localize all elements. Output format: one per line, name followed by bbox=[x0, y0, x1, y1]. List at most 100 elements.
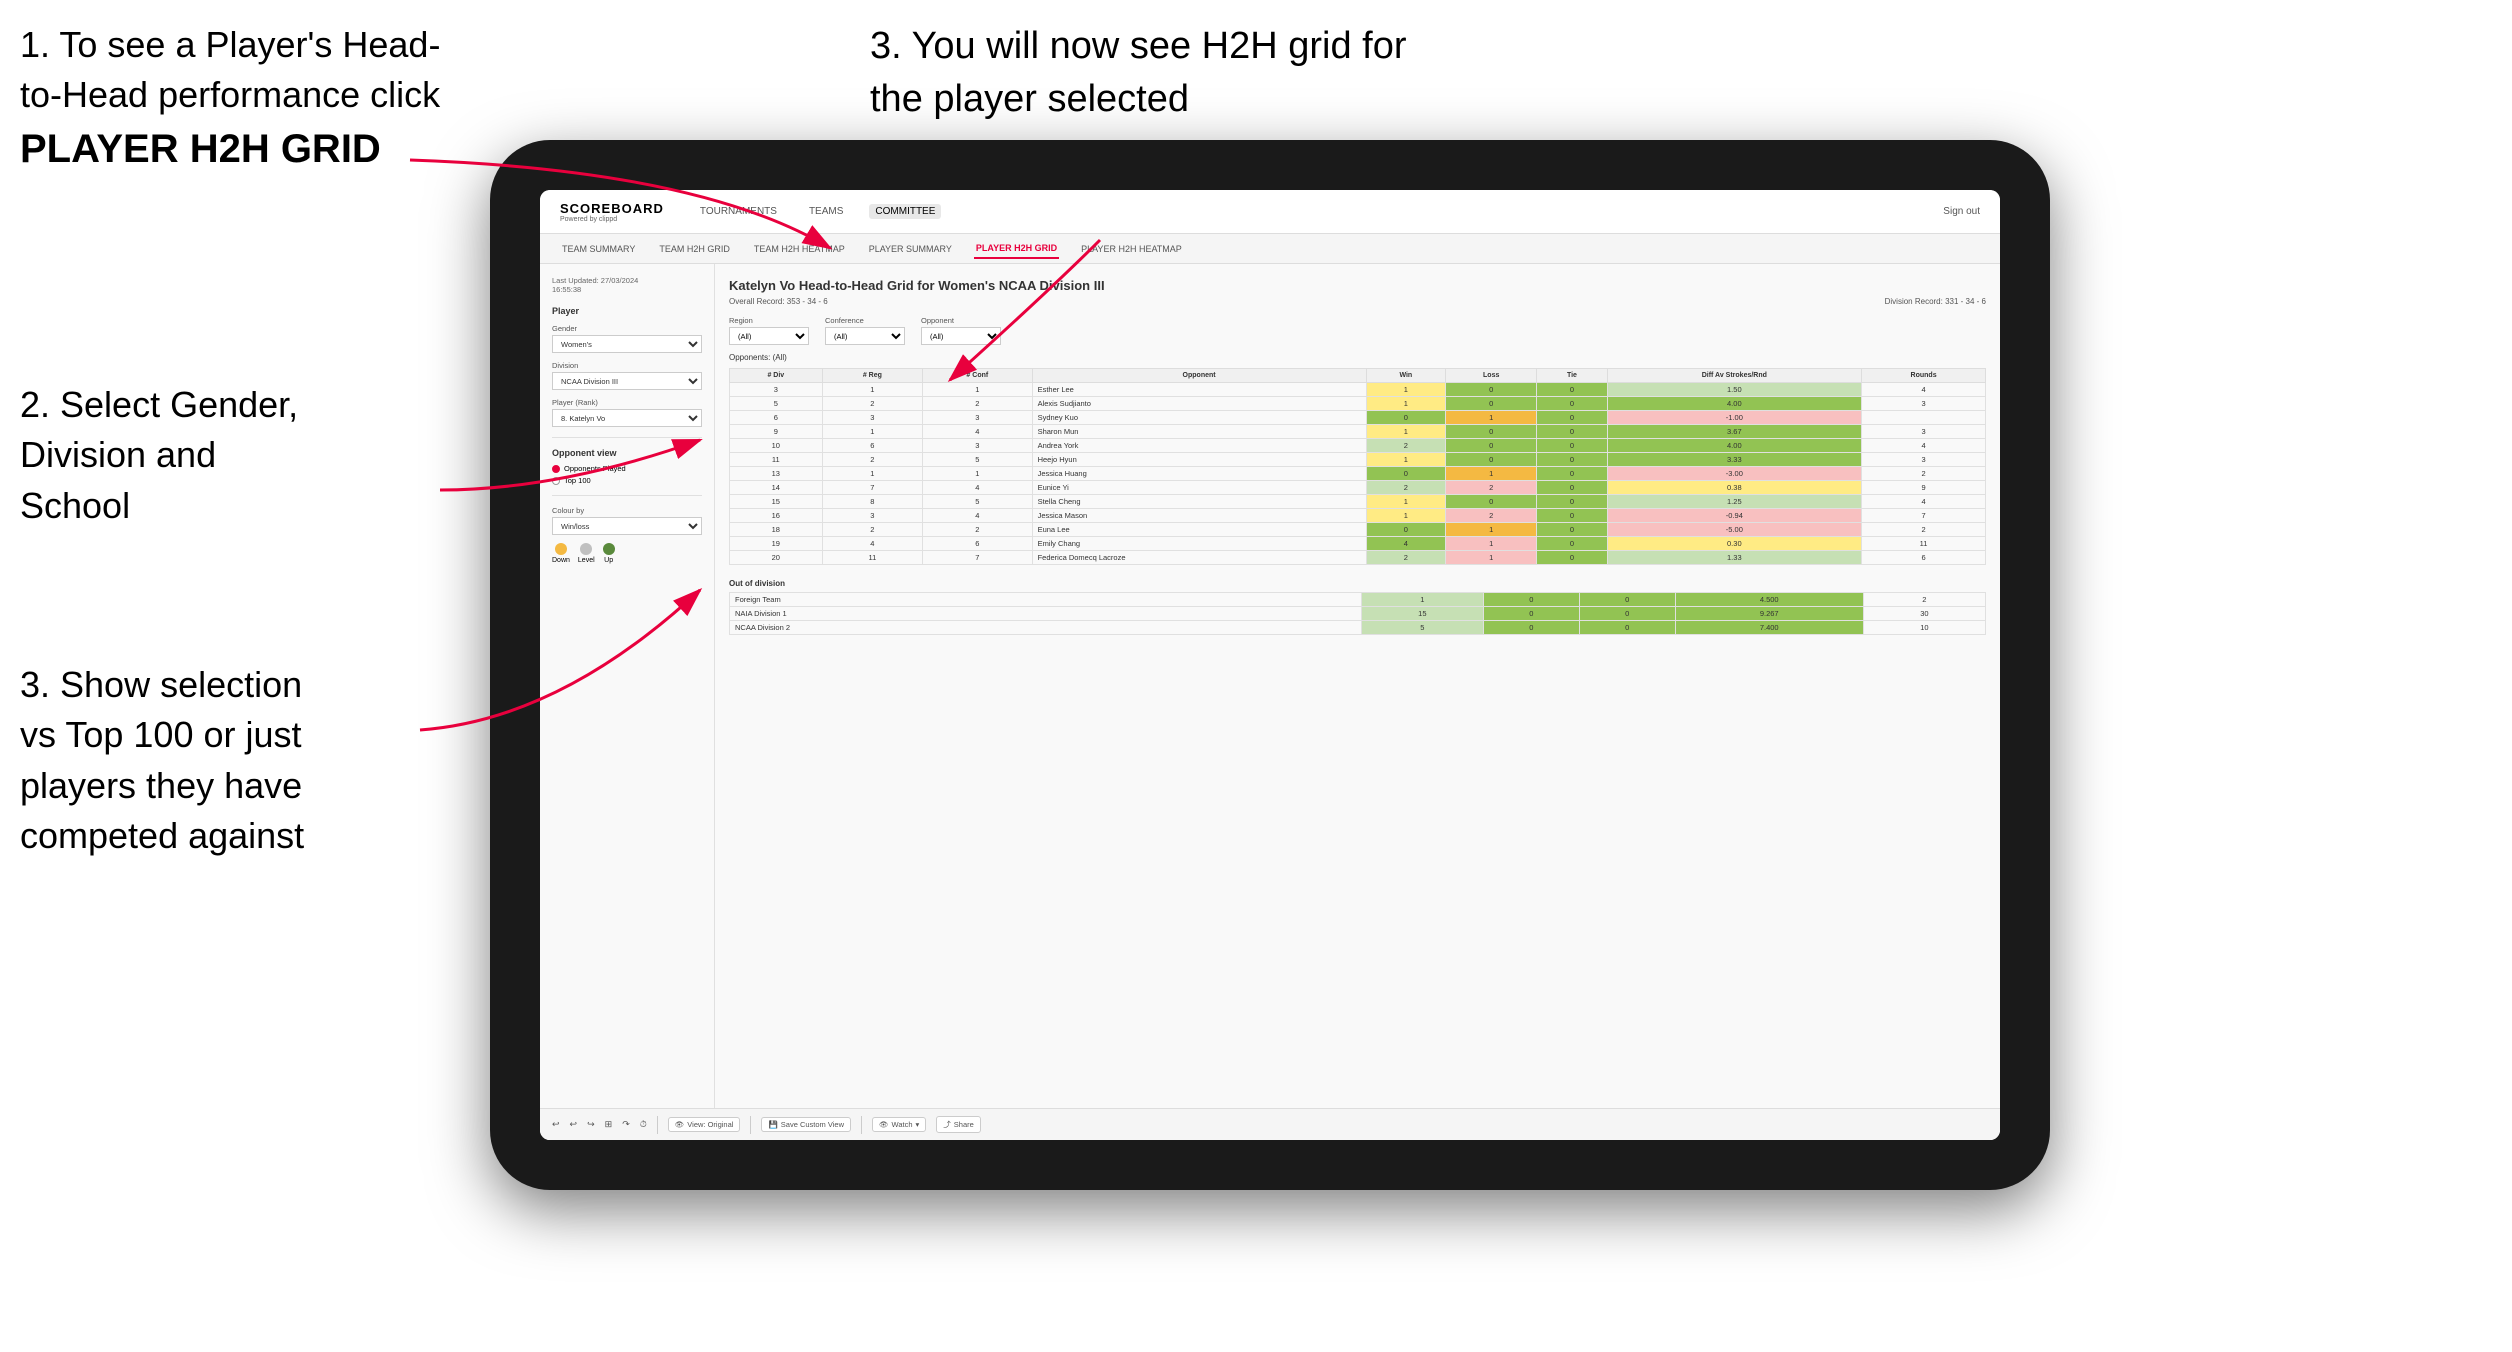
player-rank-select[interactable]: 8. Katelyn Vo bbox=[552, 409, 702, 427]
cell-loss: 0 bbox=[1446, 439, 1537, 453]
radio-opponents-played[interactable]: Opponents Played bbox=[552, 464, 702, 473]
content-area: Katelyn Vo Head-to-Head Grid for Women's… bbox=[715, 264, 2000, 1140]
clock-icon[interactable]: ⏱ bbox=[640, 1119, 647, 1130]
region-filter-select[interactable]: (All) bbox=[729, 327, 809, 345]
tablet-screen: SCOREBOARD Powered by clippd TOURNAMENTS… bbox=[540, 190, 2000, 1140]
legend-label-down: Down bbox=[552, 557, 570, 564]
nav-bar: SCOREBOARD Powered by clippd TOURNAMENTS… bbox=[540, 190, 2000, 234]
step1-line1: 1. To see a Player's Head- bbox=[20, 24, 440, 65]
view-original-label: View: Original bbox=[687, 1120, 733, 1129]
cell-loss: 0 bbox=[1446, 397, 1537, 411]
nav-tournaments[interactable]: TOURNAMENTS bbox=[694, 204, 783, 219]
ood-cell-loss: 0 bbox=[1483, 621, 1579, 635]
sub-nav-player-h2h-heatmap[interactable]: PLAYER H2H HEATMAP bbox=[1079, 240, 1184, 258]
table-row: 15 8 5 Stella Cheng 1 0 0 1.25 4 bbox=[730, 495, 1986, 509]
cell-div: 3 bbox=[730, 383, 823, 397]
table-row: 14 7 4 Eunice Yi 2 2 0 0.38 9 bbox=[730, 481, 1986, 495]
opponent-filter-select[interactable]: (All) bbox=[921, 327, 1001, 345]
cell-reg: 1 bbox=[822, 467, 922, 481]
sub-nav-team-h2h-heatmap[interactable]: TEAM H2H HEATMAP bbox=[752, 240, 847, 258]
cell-conf: 1 bbox=[923, 467, 1033, 481]
ood-table: Foreign Team 1 0 0 4.500 2 NAIA Division… bbox=[729, 592, 1986, 635]
nav-items: TOURNAMENTS TEAMS COMMITTEE bbox=[694, 204, 1943, 219]
conference-filter-select[interactable]: (All) bbox=[825, 327, 905, 345]
col-header-loss: Loss bbox=[1446, 369, 1537, 383]
opponent-filter-label: Opponent bbox=[921, 316, 1001, 325]
logo-subtitle: Powered by clippd bbox=[560, 216, 664, 223]
out-of-division-label: Out of division bbox=[729, 579, 1986, 588]
step3-top: 3. You will now see H2H grid for the pla… bbox=[870, 25, 1407, 120]
division-select[interactable]: NCAA Division III bbox=[552, 372, 702, 390]
cell-name: Heejo Hyun bbox=[1032, 453, 1366, 467]
watch-icon: 👁 bbox=[879, 1120, 889, 1129]
cell-name: Federica Domecq Lacroze bbox=[1032, 551, 1366, 565]
nav-committee[interactable]: COMMITTEE bbox=[869, 204, 941, 219]
radio-top100[interactable]: Top 100 bbox=[552, 476, 702, 485]
watch-btn[interactable]: 👁 Watch ▾ bbox=[872, 1117, 926, 1132]
ood-cell-name: NAIA Division 1 bbox=[730, 607, 1362, 621]
sub-nav-team-summary[interactable]: TEAM SUMMARY bbox=[560, 240, 637, 258]
sub-nav-player-h2h-grid[interactable]: PLAYER H2H GRID bbox=[974, 239, 1059, 259]
conference-filter-label: Conference bbox=[825, 316, 905, 325]
redo2-icon[interactable]: ↷ bbox=[622, 1119, 630, 1130]
table-row: 3 1 1 Esther Lee 1 0 0 1.50 4 bbox=[730, 383, 1986, 397]
cell-reg: 3 bbox=[822, 509, 922, 523]
share-btn[interactable]: ⤴ Share bbox=[936, 1116, 981, 1133]
gender-select[interactable]: Women's bbox=[552, 335, 702, 353]
content-title: Katelyn Vo Head-to-Head Grid for Women's… bbox=[729, 278, 1986, 293]
cell-win: 2 bbox=[1366, 481, 1445, 495]
legend-down: Down bbox=[552, 543, 570, 564]
cell-div: 16 bbox=[730, 509, 823, 523]
cell-div: 11 bbox=[730, 453, 823, 467]
filter-opponent: Opponent (All) bbox=[921, 316, 1001, 345]
cell-loss: 0 bbox=[1446, 495, 1537, 509]
sub-nav-team-h2h-grid[interactable]: TEAM H2H GRID bbox=[657, 240, 732, 258]
toolbar: ↩ ↩ ↪ ⊞ ↷ ⏱ 👁 View: Original 💾 Save Cust… bbox=[540, 1108, 2000, 1140]
cell-rounds: 7 bbox=[1862, 509, 1986, 523]
instruction-3-top: 3. You will now see H2H grid for the pla… bbox=[870, 20, 1430, 126]
cell-win: 1 bbox=[1366, 495, 1445, 509]
colour-by-select[interactable]: Win/loss bbox=[552, 517, 702, 535]
sub-nav-player-summary[interactable]: PLAYER SUMMARY bbox=[867, 240, 954, 258]
ood-cell-rounds: 10 bbox=[1863, 621, 1985, 635]
cell-loss: 1 bbox=[1446, 523, 1537, 537]
cell-reg: 4 bbox=[822, 537, 922, 551]
cell-loss: 0 bbox=[1446, 425, 1537, 439]
cell-diff: 0.38 bbox=[1607, 481, 1862, 495]
ood-table-row: NCAA Division 2 5 0 0 7.400 10 bbox=[730, 621, 1986, 635]
col-header-reg: # Reg bbox=[822, 369, 922, 383]
copy-icon[interactable]: ⊞ bbox=[605, 1119, 613, 1130]
cell-diff: -0.94 bbox=[1607, 509, 1862, 523]
cell-win: 4 bbox=[1366, 537, 1445, 551]
cell-name: Alexis Sudjianto bbox=[1032, 397, 1366, 411]
nav-sign-out[interactable]: Sign out bbox=[1943, 206, 1980, 217]
ood-cell-loss: 0 bbox=[1483, 607, 1579, 621]
cell-div: 18 bbox=[730, 523, 823, 537]
undo-icon[interactable]: ↩ bbox=[552, 1119, 560, 1130]
cell-conf: 3 bbox=[923, 439, 1033, 453]
table-row: 18 2 2 Euna Lee 0 1 0 -5.00 2 bbox=[730, 523, 1986, 537]
cell-conf: 6 bbox=[923, 537, 1033, 551]
view-original-btn[interactable]: 👁 View: Original bbox=[668, 1117, 741, 1132]
cell-name: Sydney Kuo bbox=[1032, 411, 1366, 425]
ood-cell-rounds: 2 bbox=[1863, 593, 1985, 607]
cell-div: 5 bbox=[730, 397, 823, 411]
cell-name: Jessica Huang bbox=[1032, 467, 1366, 481]
redo-icon[interactable]: ↪ bbox=[587, 1119, 595, 1130]
cell-reg: 6 bbox=[822, 439, 922, 453]
cell-win: 1 bbox=[1366, 425, 1445, 439]
table-row: 11 2 5 Heejo Hyun 1 0 0 3.33 3 bbox=[730, 453, 1986, 467]
cell-conf: 4 bbox=[923, 481, 1033, 495]
cell-diff: 1.33 bbox=[1607, 551, 1862, 565]
step2-line2: Division and bbox=[20, 434, 216, 475]
col-header-opponent: Opponent bbox=[1032, 369, 1366, 383]
cell-diff: -1.00 bbox=[1607, 411, 1862, 425]
cell-diff: -3.00 bbox=[1607, 467, 1862, 481]
col-header-win: Win bbox=[1366, 369, 1445, 383]
save-custom-btn[interactable]: 💾 Save Custom View bbox=[761, 1117, 851, 1132]
undo2-icon[interactable]: ↩ bbox=[570, 1119, 578, 1130]
legend-dot-down bbox=[555, 543, 567, 555]
cell-win: 1 bbox=[1366, 453, 1445, 467]
nav-teams[interactable]: TEAMS bbox=[803, 204, 849, 219]
step1-line2: to-Head performance click bbox=[20, 74, 440, 115]
